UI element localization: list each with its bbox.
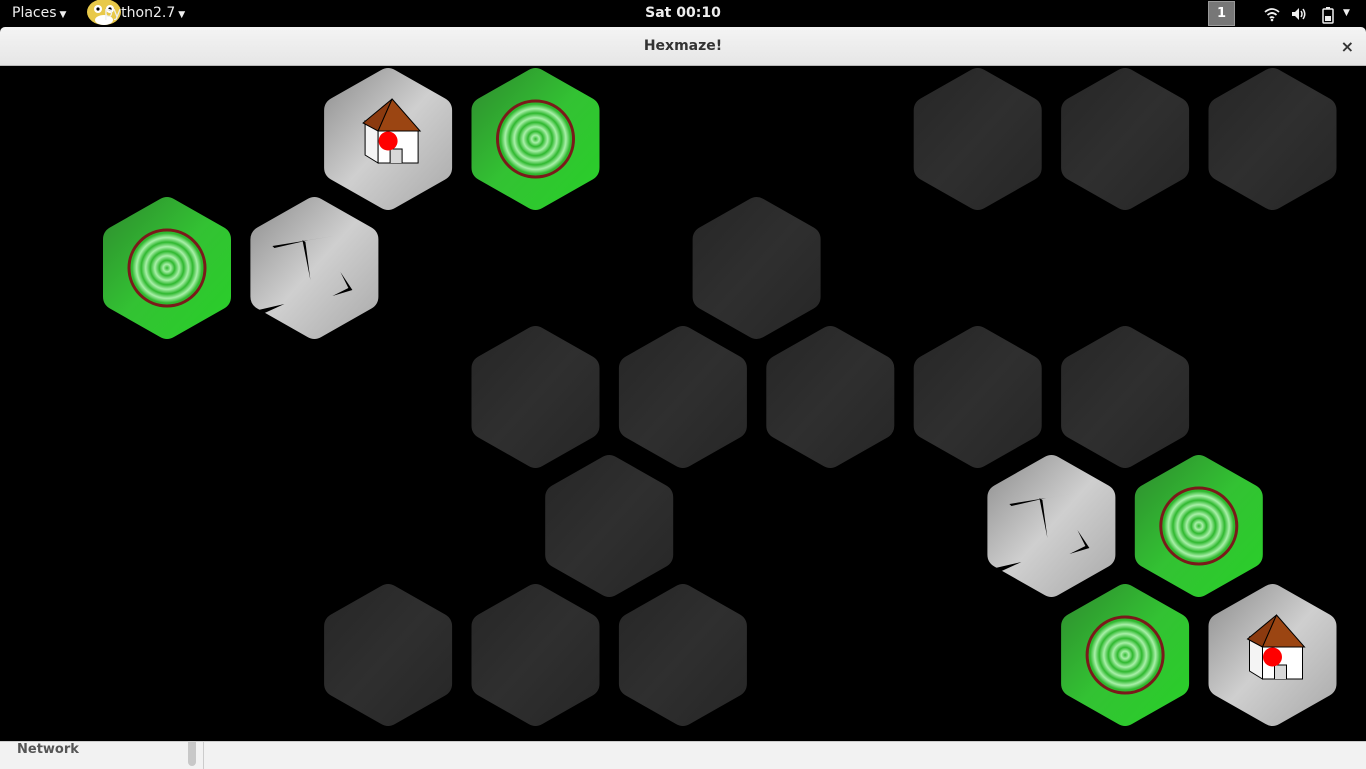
chevron-down-icon: ▼ [59,10,67,20]
hex-cell [913,68,1042,210]
hex-tile-empty[interactable] [766,326,895,468]
hex-tile-empty[interactable] [1061,326,1190,468]
hex-cell [618,326,747,468]
top-panel: Places ▼ python2.7 ▼ Sat 00:10 1 ▼ [0,0,1366,27]
hex-cell [987,455,1116,597]
close-button[interactable]: × [1341,27,1354,66]
hex-cell [913,326,1042,468]
hex-tile-empty[interactable] [1208,68,1337,210]
hex-tile-cracked[interactable] [987,455,1116,597]
hex-tile-cracked[interactable] [250,197,379,339]
hexmaze-window: Hexmaze! × [0,27,1366,741]
hex-tile-empty[interactable] [618,326,747,468]
window-title: Hexmaze! [643,38,723,54]
target-rings-icon [127,228,207,308]
hex-tile-empty[interactable] [692,197,821,339]
hex-cell [324,584,453,726]
hex-tile-empty[interactable] [913,326,1042,468]
workspace-indicator[interactable]: 1 [1208,1,1235,26]
hex-cell [618,584,747,726]
hex-tile-target[interactable] [1134,455,1263,597]
player-token [1263,647,1282,667]
hex-tile-empty[interactable] [545,455,674,597]
hex-tile-target[interactable] [471,68,600,210]
hex-tile-empty[interactable] [324,584,453,726]
app-menu[interactable]: python2.7 ▼ [104,0,185,27]
sidebar-scrollbar[interactable] [188,742,196,766]
background-window-strip: Network [0,741,1366,769]
target-rings-icon [1085,615,1165,695]
places-menu[interactable]: Places ▼ [12,0,66,27]
sidebar-divider [203,742,204,769]
hex-tile-home[interactable] [1208,584,1337,726]
hex-tile-target[interactable] [1061,584,1190,726]
hex-cell [250,197,379,339]
places-label: Places [12,5,57,21]
hex-cell [692,197,821,339]
clock-area: Sat 00:10 [0,0,1366,27]
volume-icon[interactable] [1291,6,1307,22]
sidebar-network-label[interactable]: Network [17,742,79,758]
chevron-down-icon[interactable]: ▼ [1343,0,1350,27]
target-rings-icon [496,99,575,179]
hex-cell [1061,326,1190,468]
battery-icon[interactable] [1320,6,1336,24]
target-rings-icon [1159,486,1239,566]
hex-board [103,68,1337,726]
hex-cell [1061,68,1190,210]
chevron-down-icon: ▼ [178,10,186,20]
hex-cell [766,326,895,468]
hex-tile-empty[interactable] [913,68,1042,210]
game-area [0,66,1366,741]
window-titlebar[interactable]: Hexmaze! × [0,27,1366,66]
hex-cell [471,326,600,468]
hex-cell [1208,68,1337,210]
clock[interactable]: Sat 00:10 [645,5,721,21]
hex-tile-empty[interactable] [471,326,600,468]
hex-cell [545,455,674,597]
wifi-icon[interactable] [1264,6,1280,22]
hex-tile-target[interactable] [103,197,231,339]
app-menu-label: python2.7 [104,5,176,21]
player-token [378,131,398,151]
hex-tile-empty[interactable] [618,584,747,726]
hex-cell [471,584,600,726]
hex-tile-empty[interactable] [471,584,600,726]
hex-tile-empty[interactable] [1061,68,1190,210]
hex-tile-home[interactable] [324,68,453,210]
